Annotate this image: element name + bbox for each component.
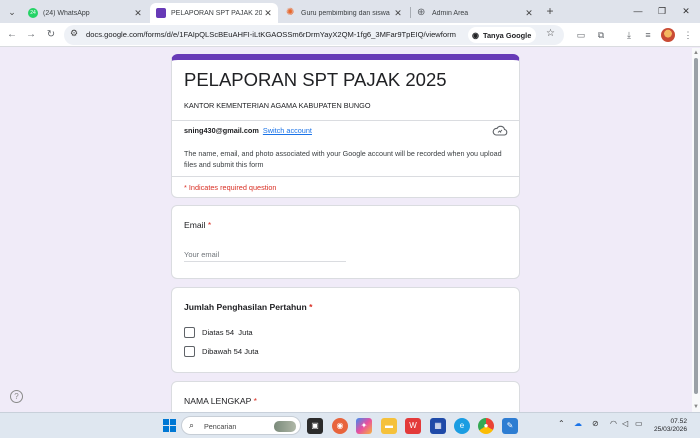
tab-admin-area[interactable]: ⊕ Admin Area ✕ — [411, 3, 539, 23]
close-icon[interactable]: ✕ — [392, 8, 404, 19]
chevron-up-icon[interactable]: ⌃ — [558, 419, 565, 428]
tab-title: (24) WhatsApp — [43, 9, 90, 17]
volume-icon[interactable]: ◁ — [622, 419, 628, 428]
name-label: NAMA LENGKAP — [184, 396, 252, 406]
clock-time: 07.52 — [670, 418, 688, 425]
email-field[interactable] — [184, 248, 346, 262]
form-header-card: PELAPORAN SPT PAJAK 2025 KANTOR KEMENTER… — [171, 54, 520, 198]
new-tab-button[interactable]: + — [543, 4, 557, 18]
question-label: NAMA LENGKAP * — [184, 396, 257, 406]
option-label: Dibawah 54 Juta — [202, 347, 259, 356]
required-star: * — [253, 396, 257, 406]
checkbox[interactable] — [184, 346, 195, 357]
tab-pelaporan[interactable]: PELAPORAN SPT PAJAK 2025 ✕ — [150, 3, 278, 23]
onedrive-icon[interactable]: ☁ — [574, 419, 582, 428]
browser-toolbar: ← → ↻ ⚙ docs.google.com/forms/d/e/1FAIpQ… — [0, 23, 700, 47]
reading-list-icon[interactable]: ≡ — [641, 28, 655, 42]
tanya-google-button[interactable]: ◉ Tanya Google — [468, 27, 537, 43]
download-icon[interactable]: ⤓ — [622, 28, 636, 42]
question-label: Email * — [184, 220, 211, 230]
search-highlight-image — [274, 421, 296, 432]
url-text[interactable]: docs.google.com/forms/d/e/1FAIpQLScBEuAH… — [86, 30, 466, 39]
account-email: sning430@gmail.com — [184, 126, 259, 135]
tab-strip: ⌄ 24 (24) WhatsApp ✕ PELAPORAN SPT PAJAK… — [0, 0, 700, 23]
bookmark-star-icon[interactable]: ☆ — [546, 28, 555, 39]
checkbox-option-diatas[interactable]: Diatas 54 Juta — [184, 327, 253, 338]
forward-arrow-icon[interactable]: → — [23, 27, 39, 43]
tab-search-chevron-icon[interactable]: ⌄ — [4, 4, 20, 20]
firefox-icon[interactable]: ◉ — [332, 418, 348, 434]
tab-guru-pembimbing[interactable]: ✺ Guru pembimbing dan siswa Fi ✕ — [280, 3, 408, 23]
tab-title: Admin Area — [432, 9, 469, 17]
globe-icon: ⊕ — [417, 7, 426, 18]
checkbox[interactable] — [184, 327, 195, 338]
battery-icon[interactable]: ▭ — [635, 419, 643, 428]
microsoft-store-icon[interactable]: ▦ — [430, 418, 446, 434]
clock-date: 25/03/2026 — [654, 426, 688, 433]
taskbar-search[interactable]: ⌕ Pencarian — [181, 416, 301, 435]
more-menu-icon[interactable]: ⋮ — [681, 28, 695, 42]
windows-taskbar: ⌕ Pencarian ▣ ◉ ✦ ▬ W ▦ e ● ✎ ⌃ ☁ ⊘ ◠ ◁ … — [0, 412, 700, 438]
file-explorer-icon[interactable]: ▬ — [381, 418, 397, 434]
checkbox-option-dibawah[interactable]: Dibawah 54 Juta — [184, 346, 259, 357]
account-info: sning430@gmail.com Switch account — [184, 126, 312, 135]
window-close-button[interactable]: ✕ — [672, 2, 700, 20]
tanya-google-label: Tanya Google — [482, 30, 532, 40]
wifi-icon[interactable]: ◠ — [610, 419, 617, 428]
account-notice: The name, email, and photo associated wi… — [184, 149, 502, 169]
reload-icon[interactable]: ↻ — [43, 27, 59, 43]
option-label: Diatas 54 Juta — [202, 328, 253, 337]
tab-title: PELAPORAN SPT PAJAK 2025 — [171, 9, 262, 17]
site-info-icon[interactable]: ⚙ — [70, 28, 78, 39]
required-star: * — [309, 302, 313, 312]
scroll-up-icon[interactable]: ▲ — [693, 50, 699, 56]
form-description: KANTOR KEMENTERIAN AGAMA KABUPATEN BUNGO — [184, 101, 371, 110]
notifications-off-icon[interactable]: ⊘ — [592, 419, 599, 428]
scroll-thumb[interactable] — [694, 58, 698, 394]
cloud-sync-icon — [492, 125, 508, 136]
required-star: * — [207, 220, 212, 230]
search-placeholder: Pencarian — [204, 422, 237, 431]
address-bar[interactable]: ⚙ docs.google.com/forms/d/e/1FAIpQLScBEu… — [64, 25, 564, 45]
income-question-card: Jumlah Penghasilan Pertahun * Diatas 54 … — [171, 287, 520, 373]
edge-icon[interactable]: e — [454, 418, 470, 434]
whatsapp-icon: 24 — [28, 8, 38, 18]
system-clock[interactable]: 07.52 25/03/2026 — [654, 418, 687, 434]
switch-account-link[interactable]: Switch account — [263, 126, 312, 135]
copilot-icon[interactable]: ✦ — [356, 418, 372, 434]
task-view-icon[interactable]: ▣ — [307, 418, 323, 434]
google-forms-icon — [156, 8, 166, 18]
flower-icon: ✺ — [286, 7, 295, 18]
form-title: PELAPORAN SPT PAJAK 2025 — [184, 69, 447, 90]
income-label: Jumlah Penghasilan Pertahun — [184, 302, 307, 312]
chrome-icon[interactable]: ● — [478, 418, 494, 434]
email-label: Email — [184, 220, 206, 230]
name-question-card: NAMA LENGKAP * — [171, 381, 520, 412]
scroll-down-icon[interactable]: ▼ — [693, 404, 699, 410]
divider — [172, 176, 519, 177]
google-lens-icon: ◉ — [472, 30, 479, 40]
wps-office-icon[interactable]: W — [405, 418, 421, 434]
cast-icon[interactable]: ▭ — [574, 28, 588, 42]
required-note: * Indicates required question — [184, 183, 277, 192]
page-scrollbar[interactable]: ▲ ▼ — [692, 48, 700, 412]
windows-start-icon[interactable] — [163, 419, 176, 432]
extensions-icon[interactable]: ⧉ — [594, 28, 608, 42]
paint-icon[interactable]: ✎ — [502, 418, 518, 434]
tab-whatsapp[interactable]: 24 (24) WhatsApp ✕ — [22, 3, 148, 23]
divider — [172, 120, 519, 121]
back-arrow-icon[interactable]: ← — [4, 27, 20, 43]
search-icon: ⌕ — [189, 420, 195, 430]
question-label: Jumlah Penghasilan Pertahun * — [184, 302, 312, 312]
close-icon[interactable]: ✕ — [523, 8, 535, 19]
form-page: PELAPORAN SPT PAJAK 2025 KANTOR KEMENTER… — [0, 48, 692, 412]
help-icon[interactable]: ? — [10, 390, 23, 403]
profile-avatar[interactable] — [661, 28, 675, 42]
email-question-card: Email * — [171, 205, 520, 279]
close-icon[interactable]: ✕ — [262, 8, 274, 19]
tab-title: Guru pembimbing dan siswa Fi — [301, 9, 392, 17]
close-icon[interactable]: ✕ — [132, 8, 144, 19]
